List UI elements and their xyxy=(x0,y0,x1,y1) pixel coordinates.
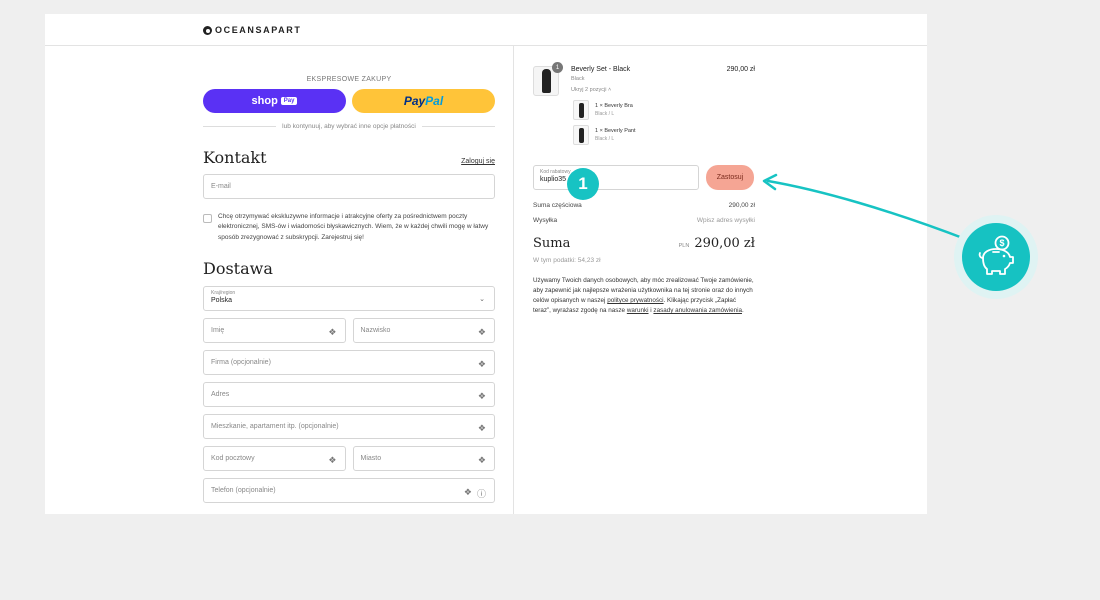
pointer-arrow xyxy=(762,173,970,242)
piggy-bank-icon: $ xyxy=(978,235,1014,275)
piggy-bank-badge: $ xyxy=(962,223,1030,291)
svg-text:$: $ xyxy=(999,238,1004,248)
arrow-curve xyxy=(766,179,970,242)
